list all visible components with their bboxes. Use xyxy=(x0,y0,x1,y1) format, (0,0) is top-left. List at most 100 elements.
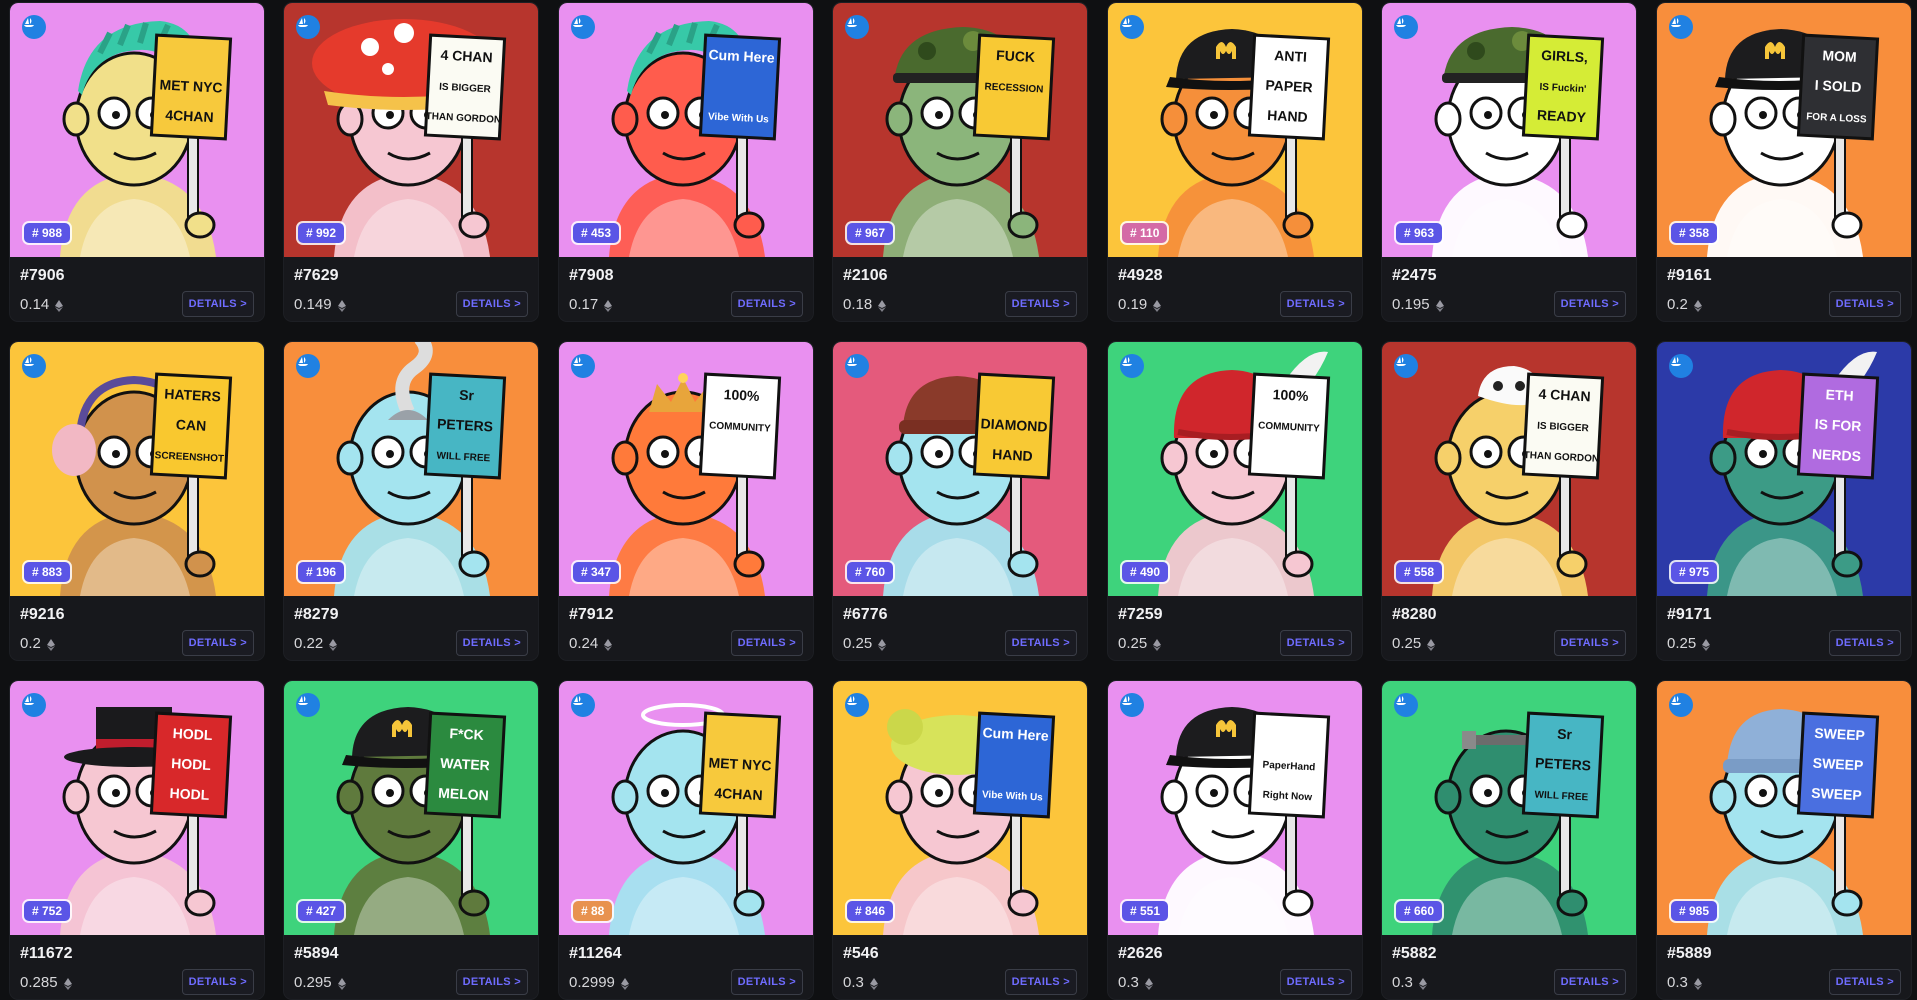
nft-artwork[interactable]: ETH IS FOR NERDS # 975 xyxy=(1657,342,1911,596)
nft-artwork[interactable]: 4 CHAN IS BIGGER THAN GORDON # 558 xyxy=(1382,342,1636,596)
details-button[interactable]: DETAILS > xyxy=(1553,630,1626,656)
details-button[interactable]: DETAILS > xyxy=(181,630,254,656)
details-button[interactable]: DETAILS > xyxy=(730,969,803,995)
details-button[interactable]: DETAILS > xyxy=(1004,630,1077,656)
nft-card[interactable]: MOM I SOLD FOR A LOSS # 358 #9161 0.2 DETAILS … xyxy=(1657,3,1911,321)
opensea-icon[interactable] xyxy=(22,693,46,717)
nft-artwork[interactable]: 100% COMMUNITY # 347 xyxy=(559,342,813,596)
rarity-rank-badge: # 358 xyxy=(1671,223,1718,243)
details-button[interactable]: DETAILS > xyxy=(1279,291,1352,317)
opensea-icon[interactable] xyxy=(845,15,869,39)
card-meta: #5894 0.295 DETAILS > xyxy=(294,943,528,995)
details-button[interactable]: DETAILS > xyxy=(1828,291,1901,317)
eth-icon xyxy=(878,299,887,312)
nft-card[interactable]: 100% COMMUNITY # 347 #7912 0.24 DETAILS > xyxy=(559,342,813,660)
nft-card[interactable]: 4 CHAN IS BIGGER THAN GORDON # 558 #8280 0.25… xyxy=(1382,342,1636,660)
nft-card[interactable]: Sr PETERS WILL FREE # 660 #5882 0.3 DETAILS > xyxy=(1382,681,1636,999)
details-button[interactable]: DETAILS > xyxy=(1279,969,1352,995)
nft-artwork[interactable]: FUCK RECESSION # 967 xyxy=(833,3,1087,257)
nft-artwork[interactable]: MOM I SOLD FOR A LOSS # 358 xyxy=(1657,3,1911,257)
opensea-icon[interactable] xyxy=(22,15,46,39)
nft-artwork[interactable]: 100% COMMUNITY # 490 xyxy=(1108,342,1362,596)
details-button[interactable]: DETAILS > xyxy=(730,630,803,656)
opensea-icon[interactable] xyxy=(22,354,46,378)
nft-artwork[interactable]: SWEEP SWEEP SWEEP # 985 xyxy=(1657,681,1911,935)
opensea-icon[interactable] xyxy=(296,15,320,39)
nft-artwork[interactable]: HATERS CAN SCREENSHOT # 883 xyxy=(10,342,264,596)
opensea-icon[interactable] xyxy=(1120,693,1144,717)
nft-artwork[interactable]: Cum Here Vibe With Us # 846 xyxy=(833,681,1087,935)
nft-card[interactable]: GIRLS, IS Fuckin' READY # 963 #2475 0.195 DETA… xyxy=(1382,3,1636,321)
nft-card[interactable]: 100% COMMUNITY # 490 #7259 0.25 DETAILS > xyxy=(1108,342,1362,660)
details-button[interactable]: DETAILS > xyxy=(455,969,528,995)
nft-card[interactable]: DIAMOND HAND # 760 #6776 0.25 DETAILS > xyxy=(833,342,1087,660)
details-button[interactable]: DETAILS > xyxy=(455,630,528,656)
nft-card[interactable]: ETH IS FOR NERDS # 975 #9171 0.25 DETAILS > xyxy=(1657,342,1911,660)
opensea-icon[interactable] xyxy=(296,354,320,378)
nft-artwork[interactable]: F*CK WATER MELON # 427 xyxy=(284,681,538,935)
opensea-icon[interactable] xyxy=(1669,354,1693,378)
opensea-icon[interactable] xyxy=(1120,354,1144,378)
sign-text: HATERS xyxy=(164,386,221,405)
opensea-icon[interactable] xyxy=(296,693,320,717)
nft-artwork[interactable]: Sr PETERS WILL FREE # 196 xyxy=(284,342,538,596)
opensea-icon[interactable] xyxy=(1394,15,1418,39)
opensea-icon[interactable] xyxy=(571,693,595,717)
eth-icon xyxy=(1435,299,1444,312)
details-button[interactable]: DETAILS > xyxy=(1553,291,1626,317)
opensea-icon[interactable] xyxy=(1669,15,1693,39)
opensea-icon[interactable] xyxy=(1394,354,1418,378)
nft-card[interactable]: Cum Here Vibe With Us # 453 #7908 0.17 DETAIL… xyxy=(559,3,813,321)
nft-card[interactable]: 4 CHAN IS BIGGER THAN GORDON # 992 #7629 0.14… xyxy=(284,3,538,321)
nft-card[interactable]: MET NYC 4CHAN # 88 #11264 0.2999 DETAILS > xyxy=(559,681,813,999)
details-button[interactable]: DETAILS > xyxy=(181,969,254,995)
price-value: 0.2 xyxy=(20,635,41,652)
details-button[interactable]: DETAILS > xyxy=(730,291,803,317)
opensea-icon[interactable] xyxy=(571,354,595,378)
details-button[interactable]: DETAILS > xyxy=(181,291,254,317)
card-meta: #11264 0.2999 DETAILS > xyxy=(569,943,803,995)
details-button[interactable]: DETAILS > xyxy=(1279,630,1352,656)
nft-artwork[interactable]: PaperHand Right Now # 551 xyxy=(1108,681,1362,935)
nft-artwork[interactable]: Cum Here Vibe With Us # 453 xyxy=(559,3,813,257)
opensea-icon[interactable] xyxy=(1669,693,1693,717)
sign-text: 4CHAN xyxy=(165,107,214,126)
protest-sign: 100% COMMUNITY xyxy=(709,386,771,435)
details-button[interactable]: DETAILS > xyxy=(1828,630,1901,656)
nft-card[interactable]: FUCK RECESSION # 967 #2106 0.18 DETAILS > xyxy=(833,3,1087,321)
details-button[interactable]: DETAILS > xyxy=(1553,969,1626,995)
nft-card[interactable]: ANTI PAPER HAND # 110 #4928 0.19 DETAILS > xyxy=(1108,3,1362,321)
nft-card[interactable]: Cum Here Vibe With Us # 846 #546 0.3 DETAILS … xyxy=(833,681,1087,999)
sign-text: HODL xyxy=(169,785,210,803)
eth-icon xyxy=(63,977,72,990)
nft-artwork[interactable]: 4 CHAN IS BIGGER THAN GORDON # 992 xyxy=(284,3,538,257)
details-button[interactable]: DETAILS > xyxy=(1004,291,1077,317)
nft-artwork[interactable]: HODL HODL HODL # 752 xyxy=(10,681,264,935)
opensea-icon[interactable] xyxy=(571,15,595,39)
price-value: 0.295 xyxy=(294,974,332,991)
sign-text: Sr xyxy=(459,387,475,404)
details-button[interactable]: DETAILS > xyxy=(455,291,528,317)
nft-card[interactable]: Sr PETERS WILL FREE # 196 #8279 0.22 DETAILS > xyxy=(284,342,538,660)
nft-card[interactable]: SWEEP SWEEP SWEEP # 985 #5889 0.3 DETAILS > xyxy=(1657,681,1911,999)
opensea-icon[interactable] xyxy=(845,354,869,378)
opensea-icon[interactable] xyxy=(1394,693,1418,717)
opensea-icon[interactable] xyxy=(1120,15,1144,39)
nft-artwork[interactable]: MET NYC 4CHAN # 88 xyxy=(559,681,813,935)
nft-card[interactable]: PaperHand Right Now # 551 #2626 0.3 DETAILS > xyxy=(1108,681,1362,999)
nft-artwork[interactable]: Sr PETERS WILL FREE # 660 xyxy=(1382,681,1636,935)
rarity-rank-badge: # 883 xyxy=(24,562,71,582)
nft-artwork[interactable]: MET NYC 4CHAN # 988 xyxy=(10,3,264,257)
details-button[interactable]: DETAILS > xyxy=(1004,969,1077,995)
nft-artwork[interactable]: ANTI PAPER HAND # 110 xyxy=(1108,3,1362,257)
nft-artwork[interactable]: GIRLS, IS Fuckin' READY # 963 xyxy=(1382,3,1636,257)
opensea-icon[interactable] xyxy=(845,693,869,717)
token-id: #2626 xyxy=(1118,945,1163,962)
details-button[interactable]: DETAILS > xyxy=(1828,969,1901,995)
nft-card[interactable]: MET NYC 4CHAN # 988 #7906 0.14 DETAILS > xyxy=(10,3,264,321)
nft-card[interactable]: F*CK WATER MELON # 427 #5894 0.295 DETAILS > xyxy=(284,681,538,999)
nft-artwork[interactable]: DIAMOND HAND # 760 xyxy=(833,342,1087,596)
nft-card[interactable]: HODL HODL HODL # 752 #11672 0.285 DETAILS > xyxy=(10,681,264,999)
nft-card[interactable]: HATERS CAN SCREENSHOT # 883 #9216 0.2 DETAILS … xyxy=(10,342,264,660)
sign-text: WILL FREE xyxy=(436,451,491,465)
